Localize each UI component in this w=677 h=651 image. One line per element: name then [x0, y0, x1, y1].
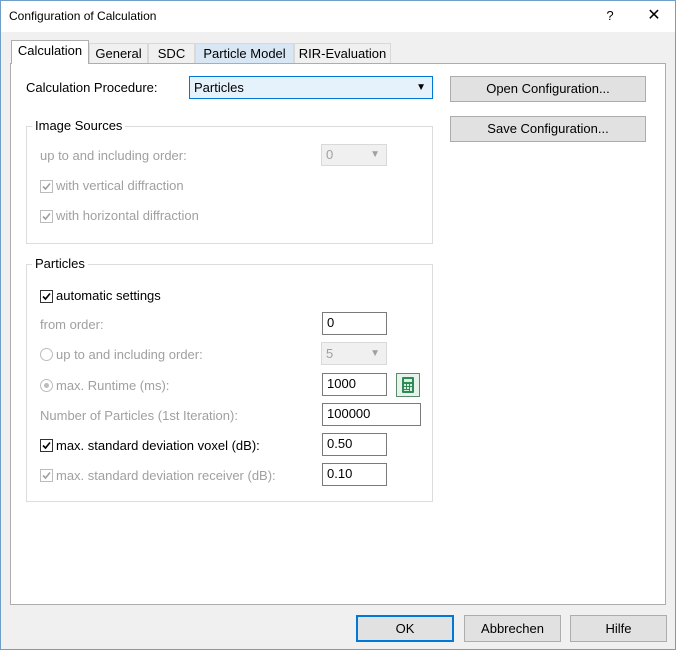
cancel-button[interactable]: Abbrechen [464, 615, 561, 642]
std-dev-voxel-checkbox[interactable] [40, 439, 53, 452]
title-bar: Configuration of Calculation ? ✕ [1, 1, 675, 32]
std-dev-receiver-label: max. standard deviation receiver (dB): [56, 468, 276, 483]
calculation-procedure-value: Particles [194, 80, 244, 95]
image-sources-order-select[interactable]: 0 ▼ [321, 144, 387, 166]
chevron-down-icon: ▼ [370, 149, 380, 160]
std-dev-voxel-input[interactable]: 0.50 [322, 433, 387, 456]
checkmark-icon [42, 292, 51, 301]
particles-group: Particles automatic settings from order:… [26, 256, 433, 502]
tab-rir-evaluation[interactable]: RIR-Evaluation [294, 43, 391, 63]
up-to-order-select[interactable]: 5 ▼ [321, 342, 387, 365]
calculator-button[interactable] [396, 373, 420, 397]
tab-page-calculation: Calculation Procedure: Particles ▼ Open … [10, 63, 666, 605]
open-configuration-button[interactable]: Open Configuration... [450, 76, 646, 102]
calculation-procedure-select[interactable]: Particles ▼ [189, 76, 433, 99]
checkmark-icon [42, 471, 51, 480]
calculation-procedure-label: Calculation Procedure: [26, 80, 158, 95]
from-order-input[interactable]: 0 [322, 312, 387, 335]
up-to-order-label: up to and including order: [56, 347, 203, 362]
help-button[interactable]: Hilfe [570, 615, 667, 642]
tab-calculation[interactable]: Calculation [11, 40, 89, 64]
automatic-settings-label: automatic settings [56, 288, 161, 303]
tab-general[interactable]: General [89, 43, 148, 63]
up-to-order-radio[interactable] [40, 348, 53, 361]
image-sources-title: Image Sources [32, 118, 126, 133]
particles-title: Particles [32, 256, 88, 271]
close-icon[interactable]: ✕ [641, 5, 667, 27]
tab-particle-model[interactable]: Particle Model [195, 43, 294, 63]
save-configuration-button[interactable]: Save Configuration... [450, 116, 646, 142]
std-dev-receiver-input[interactable]: 0.10 [322, 463, 387, 486]
chevron-down-icon: ▼ [370, 348, 380, 359]
tab-sdc[interactable]: SDC [148, 43, 195, 63]
image-sources-order-label: up to and including order: [40, 148, 187, 163]
window-title: Configuration of Calculation [9, 9, 157, 23]
max-runtime-radio[interactable] [40, 379, 53, 392]
checkmark-icon [42, 212, 51, 221]
help-icon[interactable]: ? [599, 5, 621, 27]
horizontal-diffraction-checkbox[interactable] [40, 210, 53, 223]
vertical-diffraction-label: with vertical diffraction [56, 178, 184, 193]
from-order-label: from order: [40, 317, 104, 332]
dialog-window: Configuration of Calculation ? ✕ Calcula… [0, 0, 676, 650]
automatic-settings-checkbox[interactable] [40, 290, 53, 303]
num-particles-input[interactable]: 100000 [322, 403, 421, 426]
image-sources-group: Image Sources up to and including order:… [26, 118, 433, 244]
checkmark-icon [42, 182, 51, 191]
std-dev-receiver-checkbox[interactable] [40, 469, 53, 482]
max-runtime-label: max. Runtime (ms): [56, 378, 170, 393]
image-sources-order-value: 0 [326, 147, 334, 162]
max-runtime-input[interactable]: 1000 [322, 373, 387, 396]
ok-button[interactable]: OK [356, 615, 454, 642]
chevron-down-icon: ▼ [416, 82, 426, 93]
calculator-icon [402, 377, 414, 393]
up-to-order-value: 5 [326, 346, 334, 361]
std-dev-voxel-label: max. standard deviation voxel (dB): [56, 438, 260, 453]
horizontal-diffraction-label: with horizontal diffraction [56, 208, 199, 223]
num-particles-label: Number of Particles (1st Iteration): [40, 408, 238, 423]
checkmark-icon [42, 441, 51, 450]
vertical-diffraction-checkbox[interactable] [40, 180, 53, 193]
